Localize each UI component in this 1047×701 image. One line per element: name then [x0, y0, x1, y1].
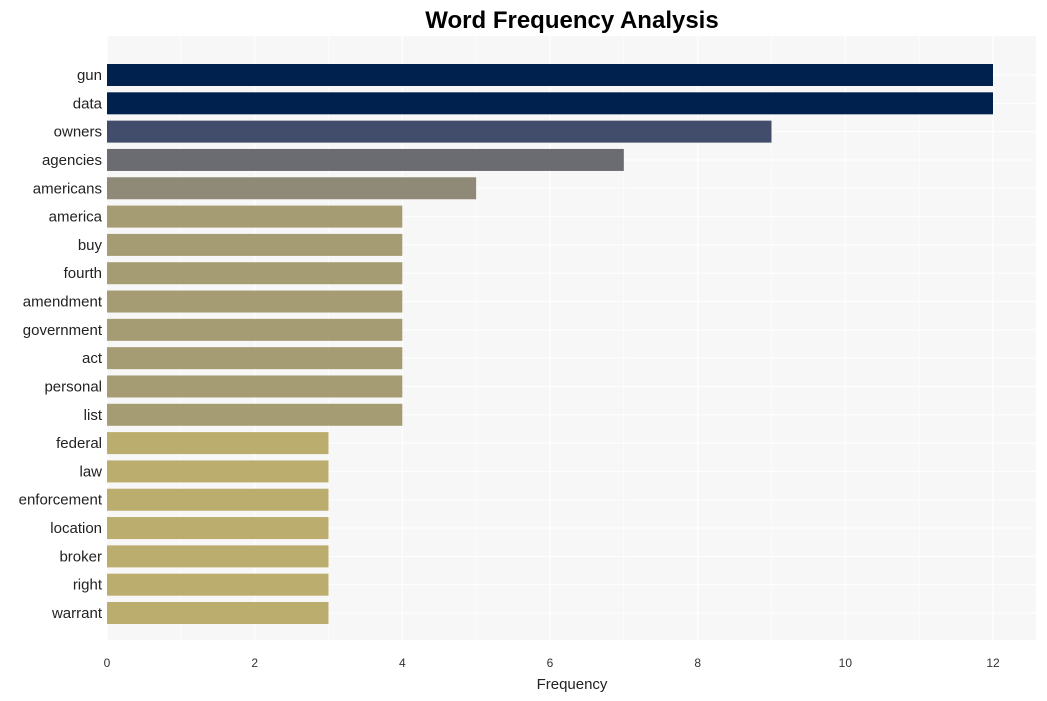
y-tick-label: agencies — [42, 152, 102, 169]
x-tick-label: 2 — [251, 656, 258, 670]
bar-location — [107, 517, 329, 540]
bar-broker — [107, 545, 329, 568]
bar-agencies — [107, 148, 624, 171]
bar-amendment — [107, 290, 403, 313]
x-tick-label: 0 — [104, 656, 111, 670]
y-tick-label: americans — [33, 180, 102, 197]
y-tick-label: right — [73, 577, 103, 594]
word-frequency-chart: Word Frequency Analysis gun data owners age… — [19, 7, 1036, 693]
bar-gun — [107, 64, 993, 86]
y-tick-label: broker — [59, 548, 102, 565]
x-tick-label: 8 — [694, 656, 701, 670]
x-axis-label: Frequency — [537, 676, 608, 693]
bar-personal — [107, 375, 403, 398]
y-tick-label: amendment — [23, 294, 103, 311]
bar-act — [107, 347, 403, 370]
bar-owners — [107, 120, 772, 143]
bar-right — [107, 573, 329, 596]
bar-fourth — [107, 262, 403, 285]
bar-americans — [107, 177, 477, 200]
chart-title: Word Frequency Analysis — [425, 7, 718, 34]
y-tick-label: gun — [77, 67, 102, 84]
bar-federal — [107, 432, 329, 455]
y-tick-label: location — [50, 520, 102, 537]
bar-buy — [107, 233, 403, 256]
y-tick-label: act — [82, 350, 103, 367]
y-tick-label: owners — [54, 124, 102, 141]
y-tick-label: enforcement — [19, 492, 103, 509]
y-tick-label: data — [73, 95, 103, 112]
bar-data — [107, 92, 993, 115]
y-tick-label: personal — [44, 378, 102, 395]
y-tick-label: buy — [78, 237, 103, 254]
bar-list — [107, 403, 403, 426]
y-tick-label: warrant — [51, 605, 103, 622]
y-tick-label: government — [23, 322, 103, 339]
x-axis-ticks: 0 2 4 6 8 10 12 — [104, 656, 1000, 670]
bar-law — [107, 460, 329, 483]
x-tick-label: 12 — [986, 656, 1000, 670]
bar-america — [107, 205, 403, 228]
y-tick-label: list — [84, 407, 103, 424]
bar-warrant — [107, 602, 329, 624]
y-axis-labels: gun data owners agencies americans america buy… — [19, 67, 103, 622]
bar-government — [107, 318, 403, 341]
y-tick-label: federal — [56, 435, 102, 452]
y-tick-label: law — [79, 463, 102, 480]
bar-enforcement — [107, 488, 329, 511]
y-tick-label: america — [49, 209, 103, 226]
y-tick-label: fourth — [64, 265, 102, 282]
x-tick-label: 6 — [547, 656, 554, 670]
x-tick-label: 4 — [399, 656, 406, 670]
x-tick-label: 10 — [839, 656, 853, 670]
